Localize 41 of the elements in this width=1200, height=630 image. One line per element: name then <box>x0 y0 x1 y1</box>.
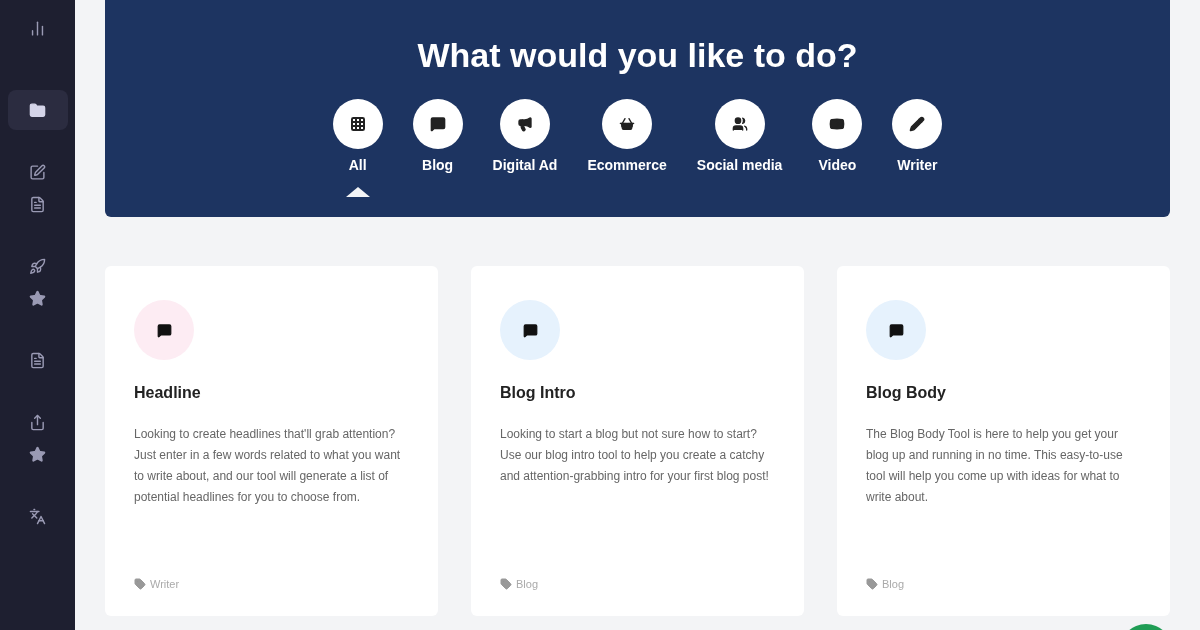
tag-icon <box>134 578 146 590</box>
card-title: Blog Body <box>866 384 947 402</box>
megaphone-icon <box>517 116 533 132</box>
page-title: What would you like to do? <box>417 36 858 75</box>
speech-bubble-icon <box>522 322 538 338</box>
card-description: Looking to start a blog but not sure how to start? Use our blog intro tool to help you create a catchy and attention-grabbing intro for your first blog post! <box>500 426 770 485</box>
video-icon <box>829 116 846 132</box>
card-tag: Blog <box>516 578 539 590</box>
speech-bubble-icon <box>429 116 446 132</box>
edit-icon <box>29 163 46 181</box>
card-tag: Blog <box>882 578 905 590</box>
card-title: Headline <box>134 384 202 402</box>
rocket-icon <box>29 257 46 275</box>
basket-icon <box>619 116 636 132</box>
folder-icon <box>29 101 46 119</box>
tool-card[interactable] <box>105 266 438 616</box>
tool-card[interactable]: Blog Intro Looking to start a blog but not sure how to start? Use our blog intro tool to help you create a catchy and attention-grabbing intro for your first blog post! Blog <box>471 266 804 616</box>
tag-icon <box>866 578 878 590</box>
category-tab[interactable]: Social media <box>696 99 783 197</box>
pencil-icon <box>909 116 926 132</box>
star-icon <box>29 445 46 463</box>
speech-bubble-icon <box>888 322 904 338</box>
selected-pointer <box>345 187 370 197</box>
speech-bubble-icon <box>156 322 172 338</box>
card-description: The Blog Body Tool is here to help you get your blog up and running in no time. This easy-to-use tool will help you come up with ideas for what to write about. <box>866 426 1124 506</box>
tool-card[interactable]: Blog Body The Blog Body Tool is here to help you get your blog up and running in no time. This easy-to-use tool will help you come up with ideas for what to write about. Blog <box>837 266 1170 616</box>
sidebar-item[interactable] <box>7 90 68 130</box>
document-icon <box>29 195 46 213</box>
category-tab[interactable]: Digital Ad <box>492 99 558 197</box>
translate-icon <box>29 507 46 525</box>
share-icon <box>29 413 46 431</box>
category-tab[interactable]: Ecommerce <box>587 99 667 197</box>
star-icon <box>29 289 46 307</box>
card-title: Blog Intro <box>500 384 577 402</box>
people-icon <box>731 116 748 132</box>
bar-chart-icon <box>29 19 46 37</box>
tag-icon <box>500 578 512 590</box>
card-tag: Writer <box>150 578 180 590</box>
card-description: Looking to create headlines that'll grab attention? Just enter in a few words related to what you want to write about, and our tool will generate a list of potential headlines for you to choose from. <box>134 426 402 506</box>
grid-icon <box>349 116 366 132</box>
document-icon <box>29 351 46 369</box>
